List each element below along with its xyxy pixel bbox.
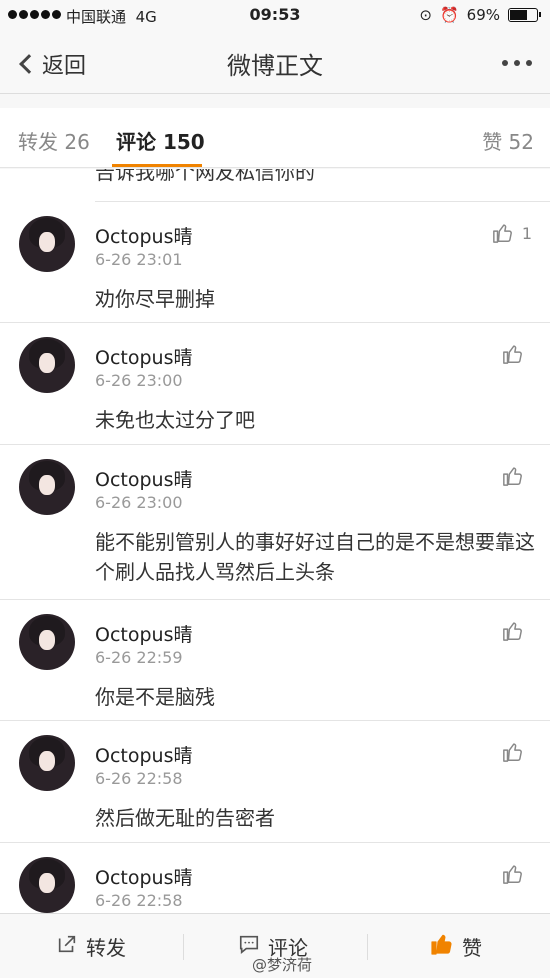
- like-post-button[interactable]: 赞: [430, 932, 482, 961]
- battery-fill: [510, 10, 527, 20]
- list-item[interactable]: Octopus晴 6-26 23:00 未免也太过分了吧: [0, 323, 550, 445]
- thumbs-up-icon: [502, 741, 524, 763]
- list-item[interactable]: Octopus晴 6-26 22:58 然后做无耻的告密者: [0, 721, 550, 843]
- avatar[interactable]: [19, 337, 75, 393]
- share-icon: [56, 933, 78, 960]
- like-button[interactable]: [502, 343, 532, 365]
- avatar[interactable]: [19, 735, 75, 791]
- active-tab-indicator: [112, 164, 202, 167]
- alarm-icon: ⏰: [439, 6, 459, 24]
- like-label: 赞: [462, 936, 482, 960]
- comment-time: 6-26 23:00: [95, 493, 183, 512]
- comment-time: 6-26 23:01: [95, 250, 183, 269]
- thumbs-up-icon: [502, 465, 524, 487]
- battery-percent: 69%: [466, 6, 500, 24]
- list-item[interactable]: Octopus晴 6-26 22:58: [0, 843, 550, 913]
- page-title: 微博正文: [227, 52, 323, 80]
- avatar[interactable]: [19, 857, 75, 913]
- tab-repost[interactable]: 转发 26: [18, 126, 90, 155]
- thumbs-up-icon: [502, 343, 524, 365]
- comment-username[interactable]: Octopus晴: [95, 741, 192, 768]
- tab-bar: 转发 26 评论 150 赞 52: [0, 108, 550, 168]
- comment-username[interactable]: Octopus晴: [95, 620, 192, 647]
- tab-comment[interactable]: 评论 150: [116, 126, 205, 155]
- thumbs-up-filled-icon: [430, 932, 454, 961]
- comment-text: 劝你尽早删掉: [95, 287, 215, 311]
- comment-username[interactable]: Octopus晴: [95, 863, 192, 890]
- like-button[interactable]: [502, 863, 532, 885]
- avatar[interactable]: [19, 459, 75, 515]
- thumbs-up-icon: [492, 222, 514, 244]
- comment-username[interactable]: Octopus晴: [95, 343, 192, 370]
- repost-label: 转发: [86, 936, 126, 960]
- divider: [183, 934, 184, 960]
- list-item[interactable]: Octopus晴 6-26 23:00 能不能别管别人的事好好过自己的是不是想要…: [0, 445, 550, 600]
- status-right: ⊙ ⏰ 69%: [419, 6, 541, 24]
- like-count: 1: [521, 223, 532, 243]
- bottom-action-bar: 转发 评论 赞 @梦济荷: [0, 913, 550, 978]
- comment-text: 你是不是脑残: [95, 685, 215, 709]
- partial-comment-text: 告诉我哪个网友私信你的: [95, 169, 315, 184]
- avatar[interactable]: [19, 216, 75, 272]
- lock-rotation-icon: ⊙: [419, 6, 432, 24]
- list-item[interactable]: Octopus晴 6-26 22:59 你是不是脑残: [0, 600, 550, 721]
- more-options-button[interactable]: [502, 60, 532, 66]
- comment-text: 然后做无耻的告密者: [95, 806, 275, 830]
- thumbs-up-icon: [502, 863, 524, 885]
- battery-icon: [508, 8, 541, 22]
- comment-time: 6-26 22:59: [95, 648, 183, 667]
- like-button[interactable]: [502, 741, 532, 763]
- comment-time: 6-26 22:58: [95, 891, 183, 910]
- avatar[interactable]: [19, 614, 75, 670]
- nav-bar: 返回 微博正文: [0, 32, 550, 94]
- repost-button[interactable]: 转发: [56, 932, 126, 961]
- comment-text: 能不能别管别人的事好好过自己的是不是想要靠这个刷人品找人骂然后上头条: [95, 530, 535, 584]
- watermark: @梦济荷: [252, 956, 313, 974]
- status-bar: 中国联通 4G 09:53 ⊙ ⏰ 69%: [0, 0, 550, 32]
- comment-list[interactable]: 告诉我哪个网友私信你的 Octopus晴 6-26 23:01 劝你尽早删掉 1…: [0, 169, 550, 913]
- thumbs-up-icon: [502, 620, 524, 642]
- like-button[interactable]: 1: [492, 222, 532, 244]
- comment-username[interactable]: Octopus晴: [95, 222, 192, 249]
- comment-username[interactable]: Octopus晴: [95, 465, 192, 492]
- comment-text: 未免也太过分了吧: [95, 408, 255, 432]
- tab-like[interactable]: 赞 52: [482, 126, 534, 155]
- comment-time: 6-26 23:00: [95, 371, 183, 390]
- divider: [367, 934, 368, 960]
- like-button[interactable]: [502, 620, 532, 642]
- list-item[interactable]: Octopus晴 6-26 23:01 劝你尽早删掉 1: [0, 202, 550, 323]
- comment-time: 6-26 22:58: [95, 769, 183, 788]
- like-button[interactable]: [502, 465, 532, 487]
